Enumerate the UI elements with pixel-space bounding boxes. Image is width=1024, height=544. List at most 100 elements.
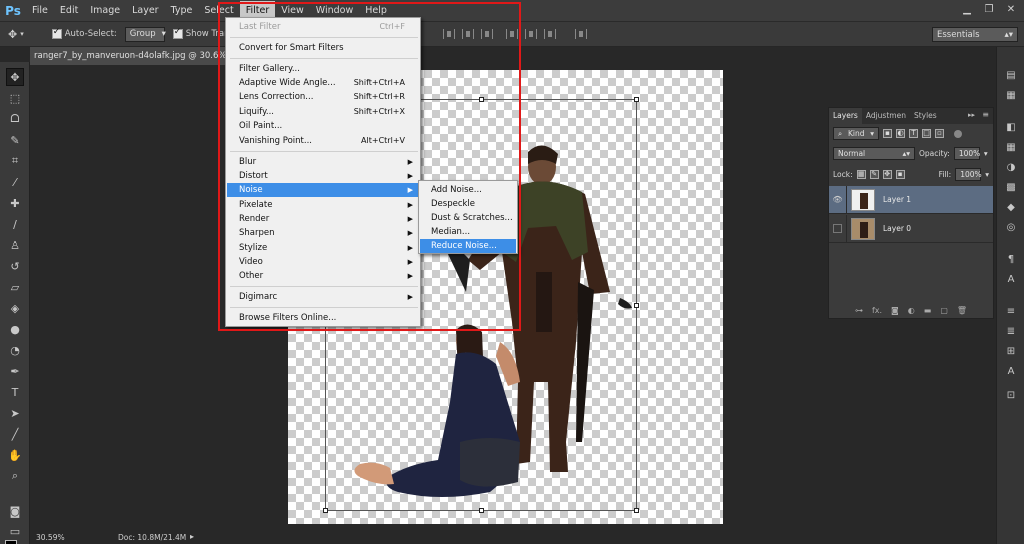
eraser-tool-icon[interactable]: ▱ xyxy=(6,278,24,296)
menu-item-sharpen[interactable]: Sharpen ▶ xyxy=(227,226,419,240)
lock-position-icon[interactable]: ✥ xyxy=(882,170,892,179)
history-panel-icon[interactable]: ▤ xyxy=(1003,67,1019,83)
menu-item-pixelate[interactable]: Pixelate ▶ xyxy=(227,198,419,212)
transform-handle[interactable] xyxy=(479,97,484,102)
lock-all-icon[interactable]: ▪ xyxy=(895,170,905,179)
menu-item-distort[interactable]: Distort ▶ xyxy=(227,169,419,183)
layer-name[interactable]: Layer 0 xyxy=(883,224,911,233)
paragraph-panel-icon[interactable]: ¶ xyxy=(1003,251,1019,267)
chevron-down-icon[interactable]: ▾ xyxy=(984,149,988,158)
menu-item-adaptive-wide-angle[interactable]: Adaptive Wide Angle... Shift+Ctrl+A xyxy=(227,76,419,90)
visibility-toggle[interactable] xyxy=(829,214,847,243)
menu-item-filter-gallery[interactable]: Filter Gallery... xyxy=(227,62,419,76)
menu-type[interactable]: Type xyxy=(165,1,199,20)
brush-panel-icon[interactable]: ≣ xyxy=(1003,323,1019,339)
tab-adjustments[interactable]: Adjustmen xyxy=(862,108,910,124)
quick-mask-icon[interactable]: ◙ xyxy=(6,502,24,520)
color-panel-icon[interactable]: ◧ xyxy=(1003,119,1019,135)
align-bottom-icon[interactable] xyxy=(481,29,494,39)
menu-item-dust-scratches[interactable]: Dust & Scratches... xyxy=(420,211,516,225)
eye-icon[interactable]: 👁 xyxy=(829,185,847,214)
trash-icon[interactable]: 🗑 xyxy=(957,306,967,315)
menu-layer[interactable]: Layer xyxy=(126,1,165,20)
document-tab[interactable]: ranger7_by_manveruon-d4olafk.jpg @ 30.6%… xyxy=(30,47,240,65)
menu-item-browse-filters-online[interactable]: Browse Filters Online... xyxy=(227,311,419,325)
close-icon[interactable]: ✕ xyxy=(1002,2,1020,16)
brush-tool-icon[interactable]: ∕ xyxy=(6,215,24,233)
tool-presets-icon[interactable]: ≡ xyxy=(1003,303,1019,319)
hand-tool-icon[interactable]: ✋ xyxy=(6,446,24,464)
layers-panel-icon[interactable]: ◆ xyxy=(1003,199,1019,215)
adjustment-layer-icon[interactable]: ◐ xyxy=(908,306,915,315)
path-selection-tool-icon[interactable]: ➤ xyxy=(6,404,24,422)
menu-item-digimarc[interactable]: Digimarc ▶ xyxy=(227,290,419,304)
screen-mode-icon[interactable]: ▭ xyxy=(6,522,24,540)
tab-styles[interactable]: Styles xyxy=(910,108,941,124)
tab-layers[interactable]: Layers xyxy=(829,108,862,124)
menu-item-convert-smart-filters[interactable]: Convert for Smart Filters xyxy=(227,41,419,55)
align-middle-icon[interactable] xyxy=(462,29,475,39)
layer-name[interactable]: Layer 1 xyxy=(883,195,911,204)
menu-edit[interactable]: Edit xyxy=(54,1,84,20)
dodge-tool-icon[interactable]: ◔ xyxy=(6,341,24,359)
crop-tool-icon[interactable]: ⌗ xyxy=(6,152,24,170)
styles-panel-icon[interactable]: ▩ xyxy=(1003,179,1019,195)
properties-panel-icon[interactable]: ▦ xyxy=(1003,87,1019,103)
workspace-dropdown[interactable]: Essentials ▴▾ xyxy=(932,27,1018,42)
clone-source-icon[interactable]: ⊞ xyxy=(1003,343,1019,359)
menu-item-other[interactable]: Other ▶ xyxy=(227,269,419,283)
type-filter-icon[interactable]: T xyxy=(909,129,918,138)
foreground-color-swatch[interactable] xyxy=(5,540,17,544)
pixel-filter-icon[interactable]: ▪ xyxy=(883,129,892,138)
menu-file[interactable]: File xyxy=(26,1,54,20)
menu-item-lens-correction[interactable]: Lens Correction... Shift+Ctrl+R xyxy=(227,90,419,104)
paint-bucket-tool-icon[interactable]: ◈ xyxy=(6,299,24,317)
collapse-icon[interactable]: ▸▸ xyxy=(968,111,975,119)
align-center-icon[interactable] xyxy=(525,29,538,39)
line-tool-icon[interactable]: ╱ xyxy=(6,425,24,443)
character-panel-icon[interactable]: A xyxy=(1003,271,1019,287)
new-layer-icon[interactable]: ▢ xyxy=(940,306,948,315)
move-tool-preset[interactable]: ✥ ▾ xyxy=(8,28,24,41)
blur-tool-icon[interactable]: ● xyxy=(6,320,24,338)
channels-panel-icon[interactable]: ◎ xyxy=(1003,219,1019,235)
restore-icon[interactable]: ❐ xyxy=(980,2,998,16)
minimize-icon[interactable]: ▁ xyxy=(958,2,976,16)
menu-item-video[interactable]: Video ▶ xyxy=(227,255,419,269)
align-left-icon[interactable] xyxy=(506,29,519,39)
filter-toggle[interactable] xyxy=(954,129,962,138)
layer-kind-dropdown[interactable]: ⌕ Kind ▾ xyxy=(833,127,879,140)
type-tool-icon[interactable]: T xyxy=(6,383,24,401)
auto-align-icon[interactable] xyxy=(575,29,588,39)
menu-image[interactable]: Image xyxy=(84,1,126,20)
zoom-tool-icon[interactable]: ⌕ xyxy=(6,467,24,485)
actions-panel-icon[interactable]: ⊡ xyxy=(1003,387,1019,403)
healing-brush-tool-icon[interactable]: ✚ xyxy=(6,194,24,212)
layer-row[interactable]: Layer 0 xyxy=(829,214,993,243)
zoom-level[interactable]: 30.59% xyxy=(36,533,65,542)
status-arrow-icon[interactable]: ▸ xyxy=(190,532,194,541)
menu-item-vanishing-point[interactable]: Vanishing Point... Alt+Ctrl+V xyxy=(227,134,419,148)
blend-mode-dropdown[interactable]: Normal ▴▾ xyxy=(833,147,915,160)
quick-select-tool-icon[interactable]: ✎ xyxy=(6,131,24,149)
clone-stamp-tool-icon[interactable]: ♙ xyxy=(6,236,24,254)
fx-icon[interactable]: fx. xyxy=(872,306,882,315)
menu-item-add-noise[interactable]: Add Noise... xyxy=(420,183,516,197)
link-layers-icon[interactable]: ⊶ xyxy=(855,306,863,315)
new-group-icon[interactable]: ▬ xyxy=(924,306,932,315)
menu-item-median[interactable]: Median... xyxy=(420,225,516,239)
lasso-tool-icon[interactable]: ᗝ xyxy=(6,110,24,128)
auto-select-target-dropdown[interactable]: Group ▾ xyxy=(124,26,166,42)
history-brush-tool-icon[interactable]: ↺ xyxy=(6,257,24,275)
paths-panel-icon[interactable]: A xyxy=(1003,363,1019,379)
align-right-icon[interactable] xyxy=(544,29,557,39)
menu-item-despeckle[interactable]: Despeckle xyxy=(420,197,516,211)
layer-row[interactable]: 👁 Layer 1 xyxy=(829,185,993,214)
marquee-tool-icon[interactable]: ⬚ xyxy=(6,89,24,107)
show-transform-checkbox[interactable] xyxy=(172,27,183,39)
lock-transparent-icon[interactable]: ▦ xyxy=(856,170,866,179)
panel-menu-icon[interactable]: ≡ xyxy=(982,110,989,119)
menu-item-blur[interactable]: Blur ▶ xyxy=(227,155,419,169)
menu-item-oil-paint[interactable]: Oil Paint... xyxy=(227,119,419,133)
swatches-panel-icon[interactable]: ▦ xyxy=(1003,139,1019,155)
